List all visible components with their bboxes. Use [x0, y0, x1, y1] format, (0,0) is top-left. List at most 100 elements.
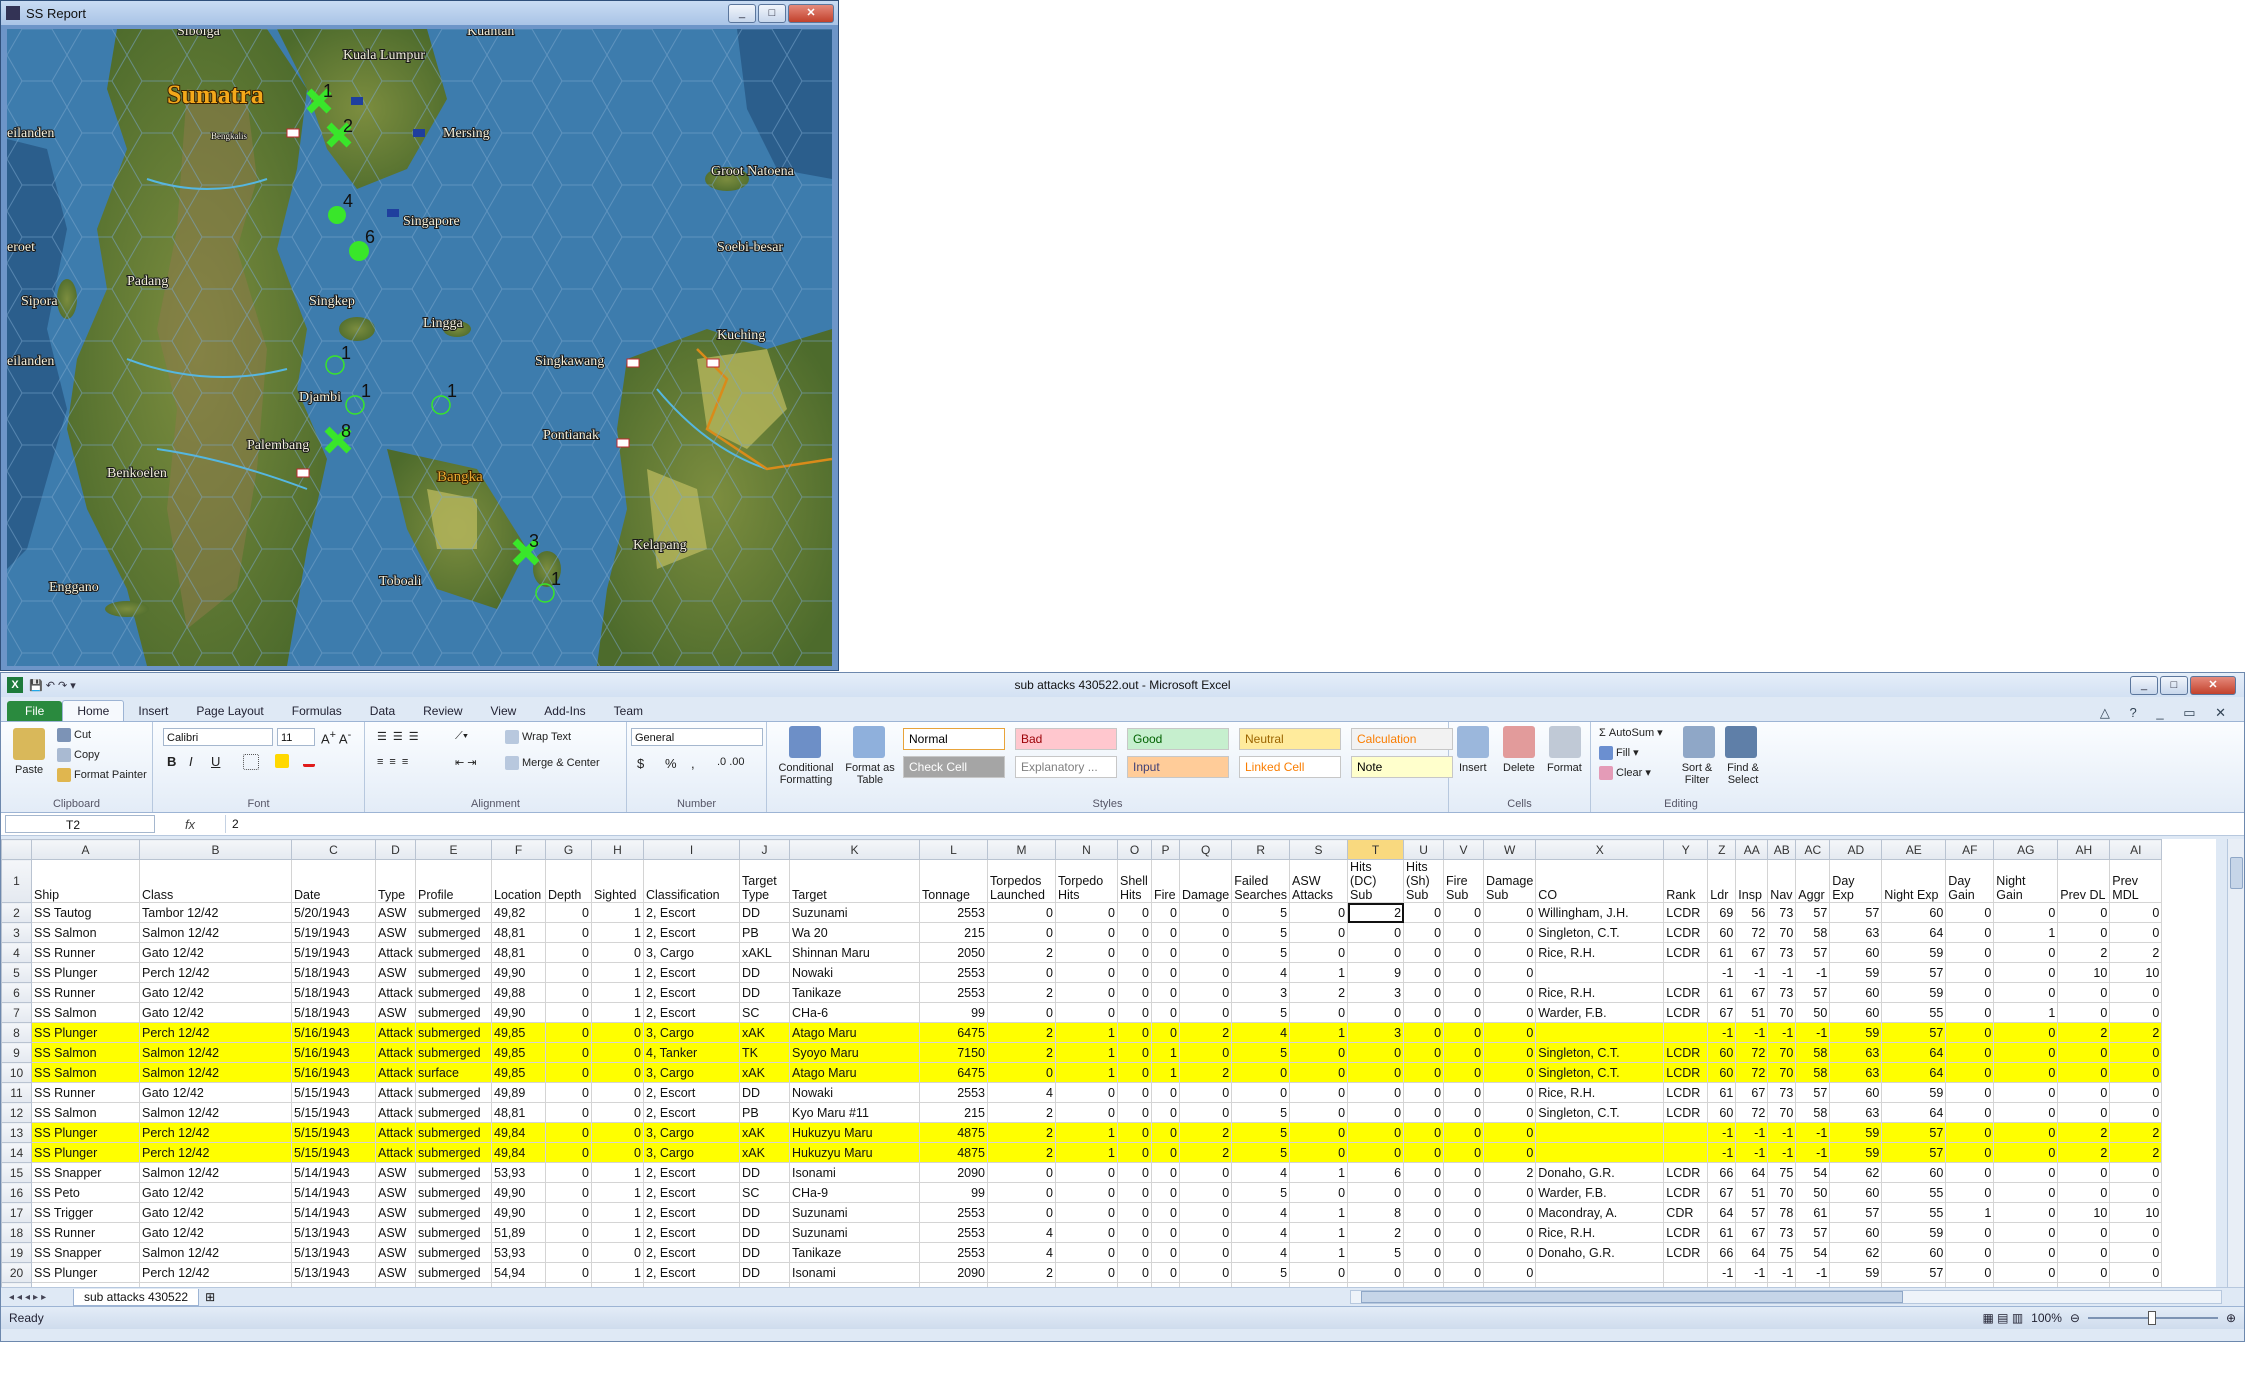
table-cell[interactable]: 0 [1055, 1242, 1118, 1263]
table-cell[interactable]: 0 [987, 1182, 1056, 1203]
row-header[interactable]: 20 [1, 1262, 32, 1283]
table-cell[interactable]: 0 [1289, 1142, 1349, 1163]
table-cell[interactable]: 2 [987, 1142, 1056, 1163]
header-cell[interactable]: Shell Hits [1117, 859, 1152, 903]
table-cell[interactable]: 0 [2109, 1082, 2163, 1103]
table-cell[interactable]: 0 [1151, 1222, 1180, 1243]
table-cell[interactable]: 53,93 [491, 1242, 546, 1263]
table-cell[interactable]: Singleton, C.T. [1535, 922, 1665, 943]
table-cell[interactable]: 1 [1055, 1022, 1118, 1043]
table-cell[interactable]: 0 [987, 922, 1056, 943]
table-cell[interactable]: Suzunami [789, 1222, 920, 1243]
column-header[interactable]: G [545, 839, 592, 860]
table-cell[interactable]: 4875 [919, 1142, 988, 1163]
table-cell[interactable]: 1 [1993, 922, 2059, 943]
table-cell[interactable]: SS Salmon [31, 1102, 140, 1123]
table-cell[interactable]: 0 [2109, 1062, 2163, 1083]
table-cell[interactable]: 59 [1829, 1262, 1883, 1283]
table-cell[interactable] [1663, 1142, 1709, 1163]
column-header[interactable]: AE [1881, 839, 1947, 860]
table-cell[interactable]: 59 [1829, 1142, 1883, 1163]
table-cell[interactable]: Tambor 12/42 [139, 902, 292, 923]
table-cell[interactable]: 0 [1178, 962, 1233, 983]
table-cell[interactable]: 5/15/1943 [291, 1082, 376, 1103]
row-header[interactable]: 8 [1, 1022, 32, 1043]
table-cell[interactable]: 0 [1483, 982, 1537, 1003]
currency-button[interactable]: $ [637, 756, 644, 771]
table-cell[interactable]: 10 [2057, 962, 2111, 983]
table-cell[interactable]: submerged [415, 1102, 492, 1123]
table-cell[interactable]: 51 [1735, 1182, 1769, 1203]
name-box[interactable]: T2 [5, 815, 155, 833]
table-cell[interactable]: 2 [987, 982, 1056, 1003]
table-cell[interactable]: 5/13/1943 [291, 1262, 376, 1283]
table-cell[interactable]: 0 [591, 1082, 644, 1103]
table-cell[interactable]: Syoyo Maru [789, 1042, 920, 1063]
table-cell[interactable]: Tanikaze [789, 982, 920, 1003]
table-cell[interactable]: 8 [1347, 1202, 1405, 1223]
table-cell[interactable]: Rice, R.H. [1535, 942, 1665, 963]
table-cell[interactable]: 0 [2109, 1182, 2163, 1203]
table-cell[interactable]: 2553 [919, 1242, 988, 1263]
table-cell[interactable]: -1 [1767, 1262, 1797, 1283]
table-cell[interactable]: Attack [375, 1142, 416, 1163]
table-cell[interactable]: 0 [1483, 902, 1537, 923]
table-cell[interactable]: SC [739, 1002, 790, 1023]
table-cell[interactable]: 0 [2109, 1162, 2163, 1183]
table-cell[interactable]: 0 [1443, 1062, 1485, 1083]
table-cell[interactable]: -1 [1767, 1122, 1797, 1143]
table-cell[interactable]: 59 [1881, 942, 1947, 963]
table-cell[interactable]: 2 [1178, 1022, 1233, 1043]
table-cell[interactable]: 2 [2057, 1022, 2111, 1043]
table-cell[interactable]: 5 [1231, 902, 1291, 923]
header-cell[interactable]: Day Exp [1829, 859, 1883, 903]
table-cell[interactable]: 0 [1117, 1222, 1152, 1243]
table-cell[interactable]: LCDR [1663, 922, 1709, 943]
column-header[interactable]: U [1403, 839, 1445, 860]
table-cell[interactable]: Nowaki [789, 1082, 920, 1103]
table-cell[interactable]: 0 [1151, 1242, 1180, 1263]
table-cell[interactable]: 0 [1483, 1242, 1537, 1263]
table-cell[interactable]: Isonami [789, 1162, 920, 1183]
table-cell[interactable]: 2553 [919, 982, 988, 1003]
table-cell[interactable]: LCDR [1663, 1082, 1709, 1103]
table-cell[interactable]: 67 [1735, 942, 1769, 963]
table-cell[interactable]: 1 [1289, 1242, 1349, 1263]
column-header[interactable]: N [1055, 839, 1118, 860]
table-cell[interactable]: 1 [591, 902, 644, 923]
table-cell[interactable]: 55 [1881, 1202, 1947, 1223]
table-cell[interactable]: 70 [1767, 922, 1797, 943]
table-cell[interactable]: 2, Escort [643, 962, 740, 983]
table-cell[interactable]: 0 [1993, 982, 2059, 1003]
comma-button[interactable]: , [691, 756, 695, 771]
table-cell[interactable]: 4 [1231, 962, 1291, 983]
table-cell[interactable]: 0 [1993, 942, 2059, 963]
table-cell[interactable]: submerged [415, 1082, 492, 1103]
table-cell[interactable]: 0 [2057, 1162, 2111, 1183]
table-cell[interactable]: 0 [1347, 1042, 1405, 1063]
table-cell[interactable]: 3, Cargo [643, 1062, 740, 1083]
table-cell[interactable]: -1 [1767, 1022, 1797, 1043]
header-cell[interactable]: Sighted [591, 859, 644, 903]
table-cell[interactable]: 5/14/1943 [291, 1202, 376, 1223]
table-cell[interactable]: 3 [1231, 982, 1291, 1003]
table-cell[interactable]: 57 [1795, 1222, 1831, 1243]
table-cell[interactable]: submerged [415, 1022, 492, 1043]
table-cell[interactable]: 4 [1231, 1202, 1291, 1223]
view-buttons[interactable]: ▦ ▤ ▥ [1982, 1311, 2023, 1325]
table-cell[interactable]: 2 [987, 942, 1056, 963]
table-cell[interactable]: submerged [415, 1122, 492, 1143]
table-cell[interactable]: submerged [415, 1002, 492, 1023]
table-cell[interactable]: 0 [1117, 922, 1152, 943]
table-cell[interactable]: 60 [1829, 1222, 1883, 1243]
row-header[interactable]: 17 [1, 1202, 32, 1223]
table-cell[interactable]: SS Plunger [31, 1122, 140, 1143]
table-cell[interactable]: submerged [415, 922, 492, 943]
table-cell[interactable]: 1 [1289, 962, 1349, 983]
table-cell[interactable]: xAK [739, 1022, 790, 1043]
table-cell[interactable]: 10 [2109, 1202, 2163, 1223]
table-cell[interactable]: Attack [375, 982, 416, 1003]
table-cell[interactable]: -1 [1707, 1262, 1737, 1283]
table-cell[interactable] [1535, 1022, 1665, 1043]
table-cell[interactable]: 0 [1151, 942, 1180, 963]
